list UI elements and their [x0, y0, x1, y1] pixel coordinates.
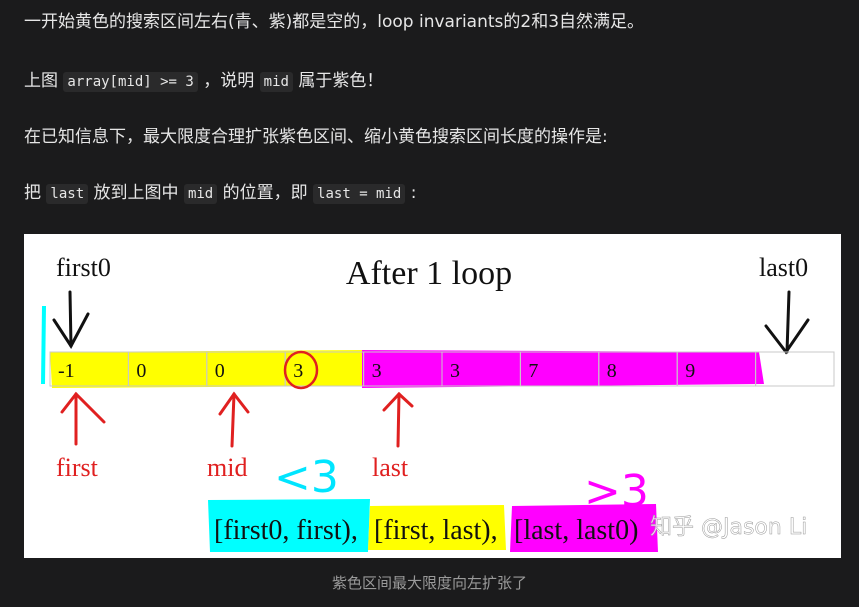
array-cell-value: 0 [215, 360, 225, 382]
figure-caption: 紫色区间最大限度向左扩张了 [331, 574, 527, 592]
interval-cyan: [first0, first), [214, 515, 358, 546]
last-arrow-icon [382, 391, 414, 448]
zhihu-watermark: 知乎 @Jason Li [650, 515, 807, 540]
paragraph-text: 的位置，即 [222, 183, 308, 203]
first-arrow-icon [60, 391, 106, 446]
inline-code: last [46, 184, 89, 204]
array-cell-value: 3 [372, 360, 382, 382]
figure-title: After 1 loop [346, 255, 512, 292]
label-last: last [372, 453, 409, 482]
interval-magenta: [last, last0) [514, 515, 638, 546]
paragraph-array-mid: 上图 array[mid] >= 3 ，说明 mid 属于紫色！ [24, 69, 383, 94]
array-cell-value: 3 [293, 360, 303, 382]
label-first0: first0 [56, 253, 111, 282]
label-last0: last0 [759, 253, 808, 282]
paragraph-text: ，说明 [203, 71, 255, 91]
array-cell-value: 3 [450, 360, 460, 382]
label-mid: mid [207, 453, 247, 482]
array-cell-value: 9 [685, 360, 695, 382]
paragraph-text: 放到上图中 [93, 183, 179, 203]
array-cell-value: -1 [58, 360, 75, 382]
magenta-highlight [362, 350, 764, 388]
inline-code: last = mid [313, 184, 406, 204]
paragraph-text: 属于紫色！ [298, 71, 384, 91]
array-cell-value: 0 [136, 360, 146, 382]
paragraph-expand-purple: 在已知信息下，最大限度合理扩张紫色区间、缩小黄色搜索区间长度的操作是: [24, 125, 608, 149]
cyan-edge-marker [41, 306, 46, 384]
label-first: first [56, 453, 99, 482]
mid-arrow-icon [218, 391, 250, 448]
paragraph-text: 在已知信息下，最大限度合理扩张紫色区间、缩小黄色搜索区间长度的操作是: [24, 127, 608, 147]
paragraph-loop-invariants: 一开始黄色的搜索区间左右(青、紫)都是空的，loop invariants的2和… [24, 10, 644, 34]
inline-code: array[mid] >= 3 [63, 72, 198, 92]
inline-code: mid [183, 184, 218, 204]
binary-search-figure: After 1 loop first0 last0 -1 0 0 3 3 3 7 8 9 [24, 234, 841, 558]
array-cell [755, 351, 835, 387]
last0-arrow-icon [764, 290, 810, 355]
paragraph-text: : [410, 183, 417, 203]
paragraph-text: 一开始黄色的搜索区间左右(青、紫)都是空的，loop invariants的2和… [24, 12, 645, 32]
interval-yellow: [first, last), [374, 515, 498, 546]
array-cell-value: 8 [607, 360, 617, 382]
array-cell-value: 7 [528, 360, 538, 382]
note-less-than-3: <3 [274, 452, 339, 503]
paragraph-text: 上图 [24, 71, 58, 91]
figure-canvas: After 1 loop first0 last0 -1 0 0 3 3 3 7 8 9 [41, 253, 835, 552]
paragraph-text: 把 [24, 183, 41, 203]
first0-arrow-icon [52, 290, 90, 349]
inline-code: mid [259, 72, 293, 92]
paragraph-last-equals-mid: 把 last 放到上图中 mid 的位置，即 last = mid : [24, 181, 416, 206]
